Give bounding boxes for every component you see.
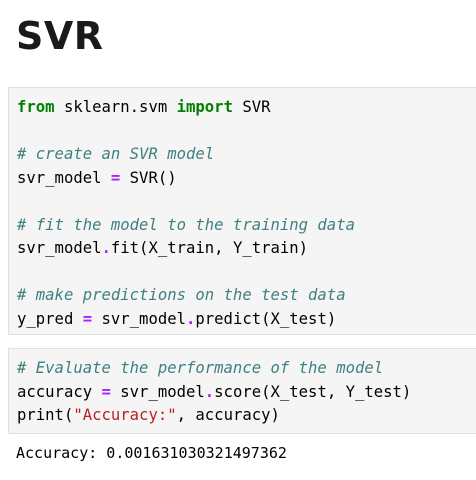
code-text: svr_model xyxy=(17,168,111,187)
operator: . xyxy=(101,239,111,257)
operator: . xyxy=(186,309,196,328)
code-text: SVR xyxy=(232,98,271,116)
string-literal: "Accuracy:" xyxy=(73,406,177,424)
code-block: # Evaluate the performance of the model … xyxy=(9,349,476,428)
page-title: SVR xyxy=(16,14,104,58)
operator: = xyxy=(110,168,121,187)
code-line: print("Accuracy:", accuracy) xyxy=(17,406,280,424)
code-comment: # make predictions on the test data xyxy=(17,286,346,304)
code-text: accuracy xyxy=(17,382,102,401)
operator: . xyxy=(204,382,215,401)
code-text: svr_model xyxy=(17,239,102,257)
keyword: import xyxy=(176,98,233,116)
code-text: svr_model xyxy=(110,382,205,401)
operator: = xyxy=(101,382,111,401)
code-text: y_pred xyxy=(17,309,83,328)
code-text: , accuracy) xyxy=(176,406,280,424)
keyword: from xyxy=(17,98,55,116)
code-line: svr_model.fit(X_train, Y_train) xyxy=(17,239,308,257)
code-text: sklearn.svm xyxy=(54,98,177,116)
code-cell-svr-fit[interactable]: from sklearn.svm import SVR # create an … xyxy=(8,87,476,335)
code-block: from sklearn.svm import SVR # create an … xyxy=(9,88,476,331)
code-text: SVR() xyxy=(120,168,177,187)
code-cell-evaluate[interactable]: # Evaluate the performance of the model … xyxy=(8,348,476,434)
operator: = xyxy=(82,309,93,328)
code-text: score(X_test, Y_test) xyxy=(214,382,412,401)
cell-output: Accuracy: 0.001631030321497362 xyxy=(16,444,287,462)
code-text: fit(X_train, Y_train) xyxy=(110,239,309,257)
code-comment: # Evaluate the performance of the model xyxy=(17,359,384,377)
code-comment: # create an SVR model xyxy=(17,145,215,163)
code-line: from sklearn.svm import SVR xyxy=(17,98,271,116)
code-line: accuracy = svr_model.score(X_test, Y_tes… xyxy=(17,383,411,401)
code-text: svr_model xyxy=(92,309,186,328)
code-line: y_pred = svr_model.predict(X_test) xyxy=(17,310,336,328)
code-text: predict(X_test) xyxy=(195,309,337,328)
code-line: svr_model = SVR() xyxy=(17,169,177,187)
code-comment: # fit the model to the training data xyxy=(17,215,355,234)
code-text: print( xyxy=(17,406,74,424)
